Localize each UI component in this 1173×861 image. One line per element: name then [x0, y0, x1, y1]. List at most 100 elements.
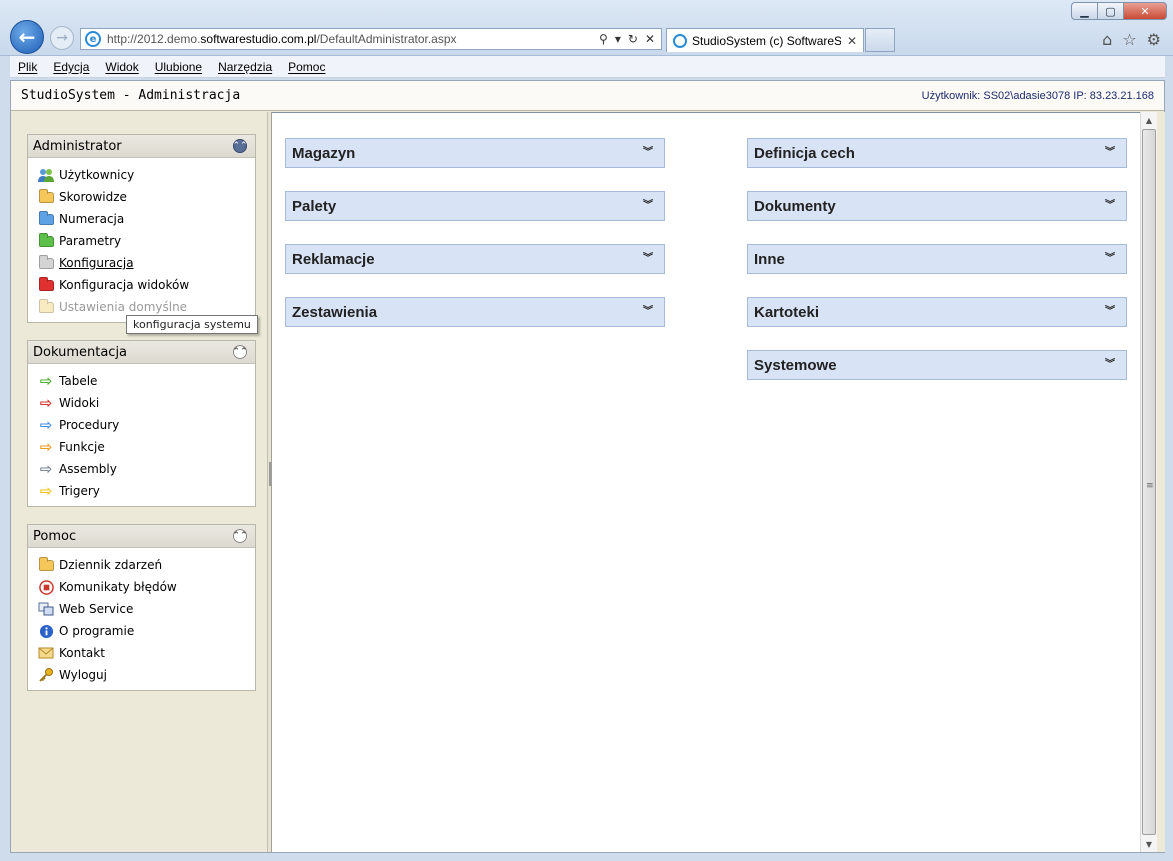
- collapse-icon[interactable]: ⌃⌃: [232, 139, 248, 153]
- forward-button[interactable]: →: [50, 26, 74, 50]
- sidebar-item-parametry[interactable]: Parametry: [38, 230, 255, 252]
- sidebar: Administrator ⌃⌃ Użytkownicy Skorowidze …: [11, 112, 267, 852]
- scroll-down-icon[interactable]: ▼: [1141, 836, 1157, 852]
- gray-folder-icon: [38, 254, 54, 271]
- section-inne[interactable]: Inne ︾: [747, 244, 1127, 274]
- sidebar-item-procedury[interactable]: ⇨ Procedury: [38, 414, 255, 436]
- section-systemowe[interactable]: Systemowe ︾: [747, 350, 1127, 380]
- green-arrow-icon: ⇨: [39, 371, 53, 390]
- minimize-button[interactable]: ▁: [1071, 2, 1097, 20]
- orange-arrow-icon: ⇨: [39, 437, 53, 456]
- maximize-button[interactable]: ▢: [1097, 2, 1123, 20]
- address-url[interactable]: http://2012.demo.softwarestudio.com.pl/D…: [107, 32, 599, 46]
- browser-tab[interactable]: StudioSystem (c) SoftwareS... ✕: [666, 28, 864, 52]
- section-definicja-cech[interactable]: Definicja cech ︾: [747, 138, 1127, 168]
- sidebar-item-o-programie[interactable]: O programie: [38, 620, 255, 642]
- section-zestawienia[interactable]: Zestawienia ︾: [285, 297, 665, 327]
- scroll-thumb[interactable]: ≡: [1142, 129, 1156, 835]
- tab-close-icon[interactable]: ✕: [847, 34, 857, 48]
- faded-folder-icon: [38, 298, 54, 315]
- expand-chevron-icon: ︾: [643, 200, 653, 211]
- new-tab-button[interactable]: [865, 28, 895, 52]
- panel-title: Administrator: [33, 138, 122, 154]
- ie-logo-icon: e: [85, 31, 101, 47]
- menu-widok[interactable]: Widok: [105, 60, 138, 74]
- log-folder-icon: [38, 556, 54, 573]
- menu-ulubione[interactable]: Ulubione: [155, 60, 202, 74]
- stop-icon[interactable]: ✕: [645, 32, 655, 46]
- panel-dokumentacja: Dokumentacja ⌃⌃ ⇨ Tabele ⇨ Widoki ⇨ Proc…: [27, 340, 256, 507]
- panel-administrator: Administrator ⌃⌃ Użytkownicy Skorowidze …: [27, 134, 256, 323]
- user-info: Użytkownik: SS02\adasie3078 IP: 83.23.21…: [921, 89, 1154, 102]
- sidebar-item-konfiguracja-widokow[interactable]: Konfiguracja widoków: [38, 274, 255, 296]
- panel-pomoc: Pomoc ⌃⌃ Dziennik zdarzeń Komunikaty błę…: [27, 524, 256, 691]
- sidebar-item-komunikaty-bledow[interactable]: Komunikaty błędów: [38, 576, 255, 598]
- close-window-button[interactable]: ✕: [1123, 2, 1167, 20]
- sidebar-item-widoki[interactable]: ⇨ Widoki: [38, 392, 255, 414]
- dropdown-icon[interactable]: ▾: [615, 32, 621, 46]
- sidebar-item-web-service[interactable]: Web Service: [38, 598, 255, 620]
- search-icon[interactable]: ⚲: [599, 32, 608, 46]
- back-button[interactable]: ←: [10, 20, 44, 54]
- section-palety[interactable]: Palety ︾: [285, 191, 665, 221]
- panel-header[interactable]: Administrator ⌃⌃: [28, 135, 255, 158]
- panel-header[interactable]: Pomoc ⌃⌃: [28, 525, 255, 548]
- section-reklamacje[interactable]: Reklamacje ︾: [285, 244, 665, 274]
- menu-narzedzia[interactable]: Narzędzia: [218, 60, 272, 74]
- blue-folder-icon: [38, 210, 54, 227]
- expand-chevron-icon: ︾: [643, 306, 653, 317]
- green-folder-icon: [38, 232, 54, 249]
- favorites-star-icon[interactable]: ☆: [1122, 30, 1136, 49]
- expand-chevron-icon: ︾: [1105, 200, 1115, 211]
- back-arrow-icon: ←: [18, 25, 36, 49]
- frame-border: [1157, 112, 1165, 852]
- sidebar-item-kontakt[interactable]: Kontakt: [38, 642, 255, 664]
- collapse-icon[interactable]: ⌃⌃: [232, 345, 248, 359]
- sidebar-item-uzytkownicy[interactable]: Użytkownicy: [38, 164, 255, 186]
- scroll-up-icon[interactable]: ▲: [1141, 112, 1157, 128]
- menu-edycja[interactable]: Edycja: [53, 60, 89, 74]
- panel-header[interactable]: Dokumentacja ⌃⌃: [28, 341, 255, 364]
- sidebar-item-numeracja[interactable]: Numeracja: [38, 208, 255, 230]
- sidebar-item-funkcje[interactable]: ⇨ Funkcje: [38, 436, 255, 458]
- sidebar-item-konfiguracja[interactable]: Konfiguracja: [38, 252, 255, 274]
- expand-chevron-icon: ︾: [643, 253, 653, 264]
- panel-title: Pomoc: [33, 528, 77, 544]
- sidebar-item-dziennik-zdarzen[interactable]: Dziennik zdarzeń: [38, 554, 255, 576]
- address-bar[interactable]: e http://2012.demo.softwarestudio.com.pl…: [80, 28, 662, 50]
- section-dokumenty[interactable]: Dokumenty ︾: [747, 191, 1127, 221]
- sidebar-item-wyloguj[interactable]: Wyloguj: [38, 664, 255, 686]
- section-magazyn[interactable]: Magazyn ︾: [285, 138, 665, 168]
- panel-title: Dokumentacja: [33, 344, 128, 360]
- browser-chrome: ▁ ▢ ✕ ← → e http://2012.demo.softwarestu…: [0, 0, 1173, 56]
- red-arrow-icon: ⇨: [39, 393, 53, 412]
- menu-plik[interactable]: Plik: [18, 60, 37, 74]
- sidebar-item-assembly[interactable]: ⇨ Assembly: [38, 458, 255, 480]
- window-controls: ▁ ▢ ✕: [1071, 2, 1167, 20]
- expand-chevron-icon: ︾: [643, 147, 653, 158]
- folder-icon: [38, 188, 54, 205]
- gray-arrow-icon: ⇨: [39, 459, 53, 478]
- error-stop-icon: [38, 579, 54, 595]
- forward-arrow-icon: →: [56, 30, 68, 46]
- menu-bar: Plik Edycja Widok Ulubione Narzędzia Pom…: [10, 56, 1165, 78]
- blue-arrow-icon: ⇨: [39, 415, 53, 434]
- sidebar-item-skorowidze[interactable]: Skorowidze: [38, 186, 255, 208]
- users-icon: [38, 167, 54, 183]
- vertical-scrollbar[interactable]: ▲ ≡ ▼: [1140, 112, 1157, 852]
- refresh-icon[interactable]: ↻: [628, 32, 638, 46]
- tab-title: StudioSystem (c) SoftwareS...: [692, 33, 841, 48]
- sidebar-item-trigery[interactable]: ⇨ Trigery: [38, 480, 255, 502]
- collapse-icon[interactable]: ⌃⌃: [232, 529, 248, 543]
- key-icon: [38, 667, 54, 683]
- home-icon[interactable]: ⌂: [1102, 30, 1112, 49]
- section-kartoteki[interactable]: Kartoteki ︾: [747, 297, 1127, 327]
- gear-icon[interactable]: ⚙: [1147, 30, 1161, 49]
- envelope-icon: [38, 645, 54, 661]
- yellow-arrow-icon: ⇨: [39, 481, 53, 500]
- splitter-grip-icon: [269, 462, 271, 486]
- main-content: Magazyn ︾ Palety ︾ Reklamacje ︾ Zestawienia…: [272, 112, 1140, 852]
- sidebar-item-tabele[interactable]: ⇨ Tabele: [38, 370, 255, 392]
- expand-chevron-icon: ︾: [1105, 253, 1115, 264]
- menu-pomoc[interactable]: Pomoc: [288, 60, 325, 74]
